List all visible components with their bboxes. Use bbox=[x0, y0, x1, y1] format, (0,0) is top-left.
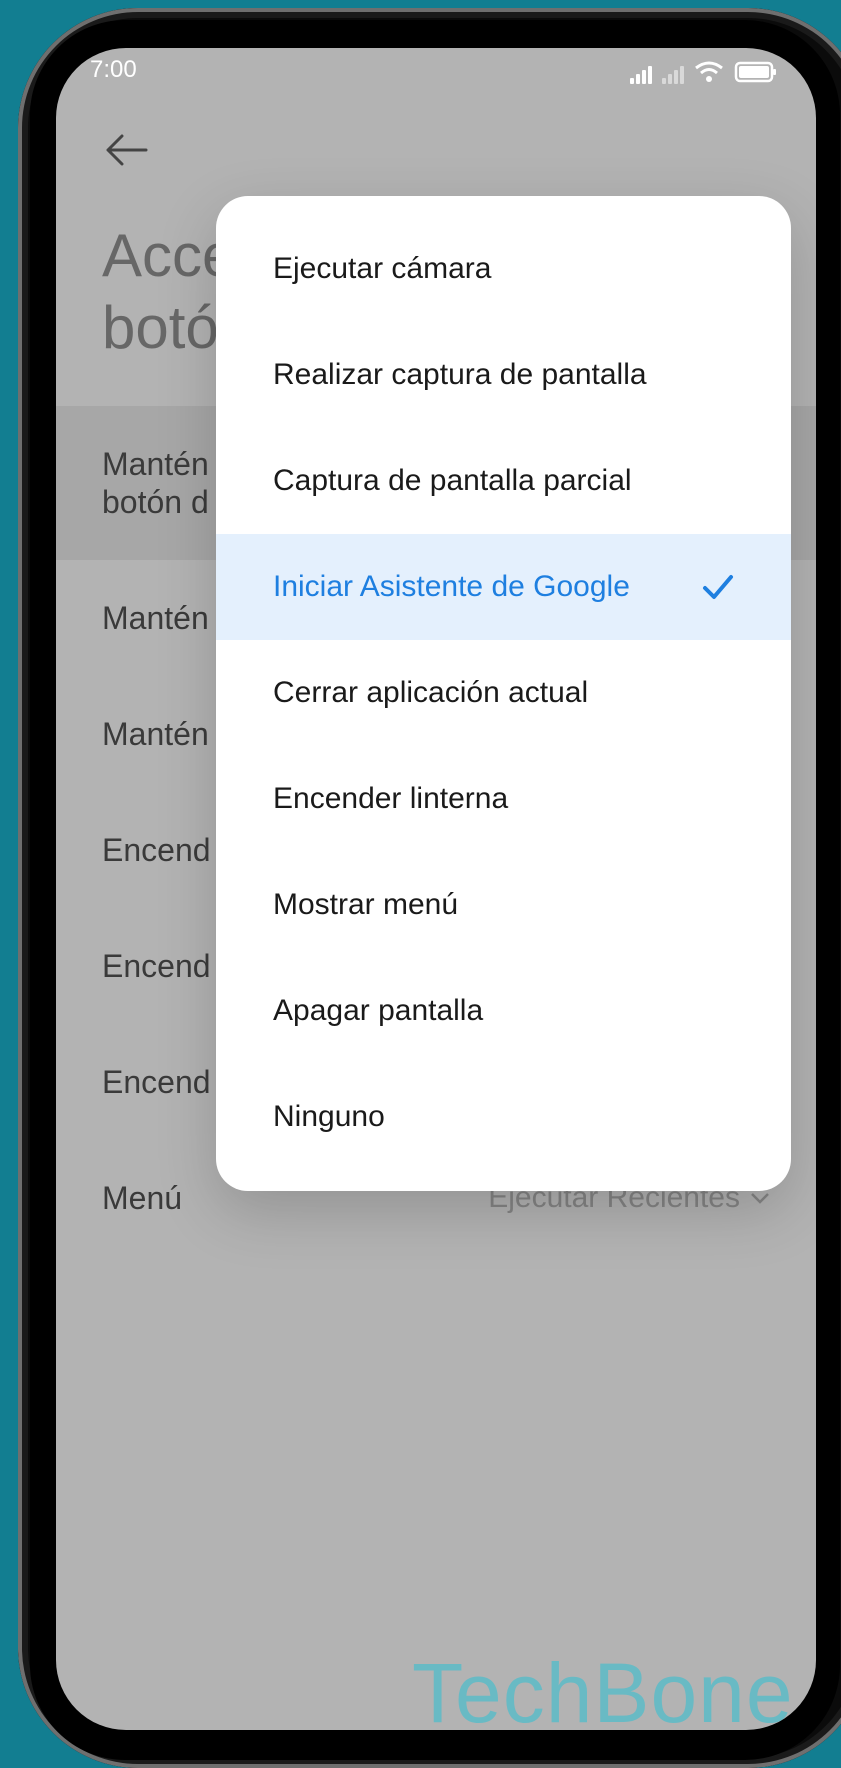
setting-label: Menú bbox=[102, 1180, 183, 1216]
option-item[interactable]: Realizar captura de pantalla bbox=[216, 322, 791, 428]
option-item[interactable]: Ejecutar cámara bbox=[216, 216, 791, 322]
option-item[interactable]: Apagar pantalla bbox=[216, 958, 791, 1064]
chevron-down-icon bbox=[751, 1193, 769, 1204]
signal-icon bbox=[630, 62, 652, 84]
option-label: Captura de pantalla parcial bbox=[273, 464, 632, 497]
battery-icon bbox=[734, 61, 776, 83]
option-item[interactable]: Encender linterna bbox=[216, 746, 791, 852]
signal-2-icon bbox=[662, 62, 684, 84]
back-arrow-icon[interactable] bbox=[102, 130, 152, 170]
setting-label: Encend bbox=[102, 1064, 211, 1100]
setting-label: Mantén bbox=[102, 716, 209, 752]
option-label: Ejecutar cámara bbox=[273, 252, 492, 285]
setting-label: Encend bbox=[102, 948, 211, 984]
status-time: 7:00 bbox=[90, 56, 137, 83]
setting-label: Mantén botón d bbox=[102, 446, 209, 520]
option-label: Cerrar aplicación actual bbox=[273, 676, 589, 709]
option-item[interactable]: Mostrar menú bbox=[216, 852, 791, 958]
setting-label: Mantén bbox=[102, 600, 209, 636]
status-bar: 7:00 bbox=[56, 48, 816, 92]
option-label: Apagar pantalla bbox=[273, 994, 484, 1027]
status-icons bbox=[630, 56, 778, 84]
action-picker-dialog: Ejecutar cámara Realizar captura de pant… bbox=[216, 196, 791, 1191]
setting-label: Encend bbox=[102, 832, 211, 868]
wifi-icon bbox=[695, 61, 723, 82]
option-label: Realizar captura de pantalla bbox=[273, 358, 647, 391]
option-label: Ninguno bbox=[273, 1100, 385, 1133]
option-item[interactable]: Ninguno bbox=[216, 1064, 791, 1170]
option-label: Encender linterna bbox=[273, 782, 509, 815]
watermark: TechBone bbox=[412, 1646, 794, 1740]
option-label: Mostrar menú bbox=[273, 888, 459, 921]
option-label: Iniciar Asistente de Google bbox=[273, 570, 630, 603]
option-item-selected[interactable]: Iniciar Asistente de Google bbox=[216, 534, 791, 640]
option-item[interactable]: Cerrar aplicación actual bbox=[216, 640, 791, 746]
check-icon bbox=[703, 575, 733, 599]
option-item[interactable]: Captura de pantalla parcial bbox=[216, 428, 791, 534]
